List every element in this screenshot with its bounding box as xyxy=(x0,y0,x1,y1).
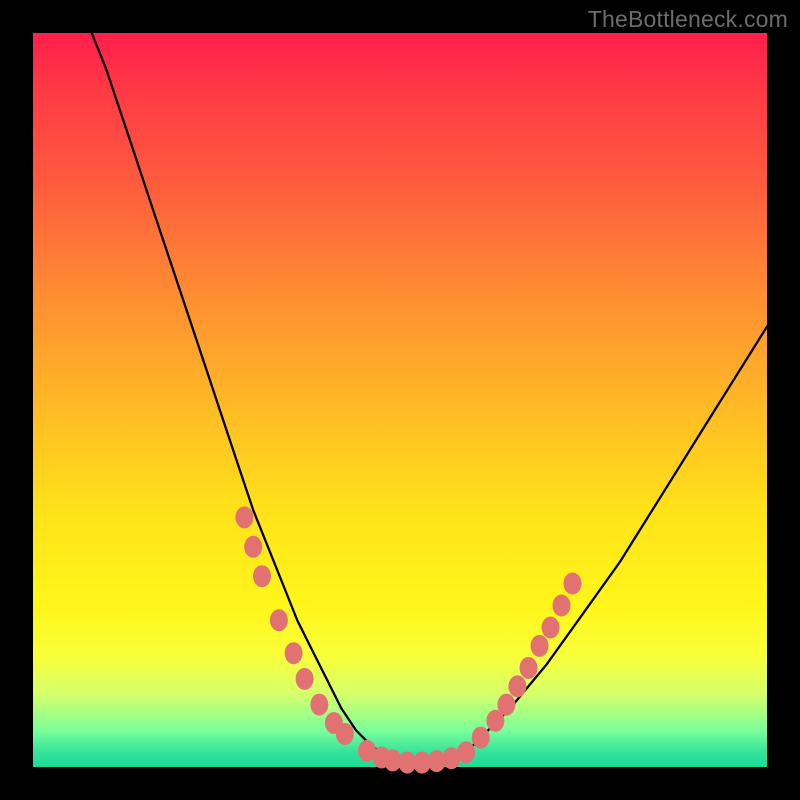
watermark-text: TheBottleneck.com xyxy=(588,6,788,33)
data-marker xyxy=(542,617,560,639)
data-marker xyxy=(285,642,303,664)
data-marker xyxy=(457,741,475,763)
data-marker xyxy=(472,727,490,749)
data-marker xyxy=(244,536,262,558)
data-marker xyxy=(270,609,288,631)
chart-svg xyxy=(33,33,767,767)
plot-area xyxy=(33,33,767,767)
data-marker xyxy=(296,668,314,690)
data-marker xyxy=(235,506,253,528)
data-marker xyxy=(564,573,582,595)
chart-frame: TheBottleneck.com xyxy=(0,0,800,800)
data-marker xyxy=(531,635,549,657)
data-marker xyxy=(253,565,271,587)
data-marker xyxy=(310,694,328,716)
data-marker xyxy=(520,657,538,679)
data-marker xyxy=(508,675,526,697)
bottleneck-curve xyxy=(92,33,767,763)
marker-group xyxy=(235,506,581,773)
data-marker xyxy=(336,723,354,745)
data-marker xyxy=(553,595,571,617)
data-marker xyxy=(497,694,515,716)
